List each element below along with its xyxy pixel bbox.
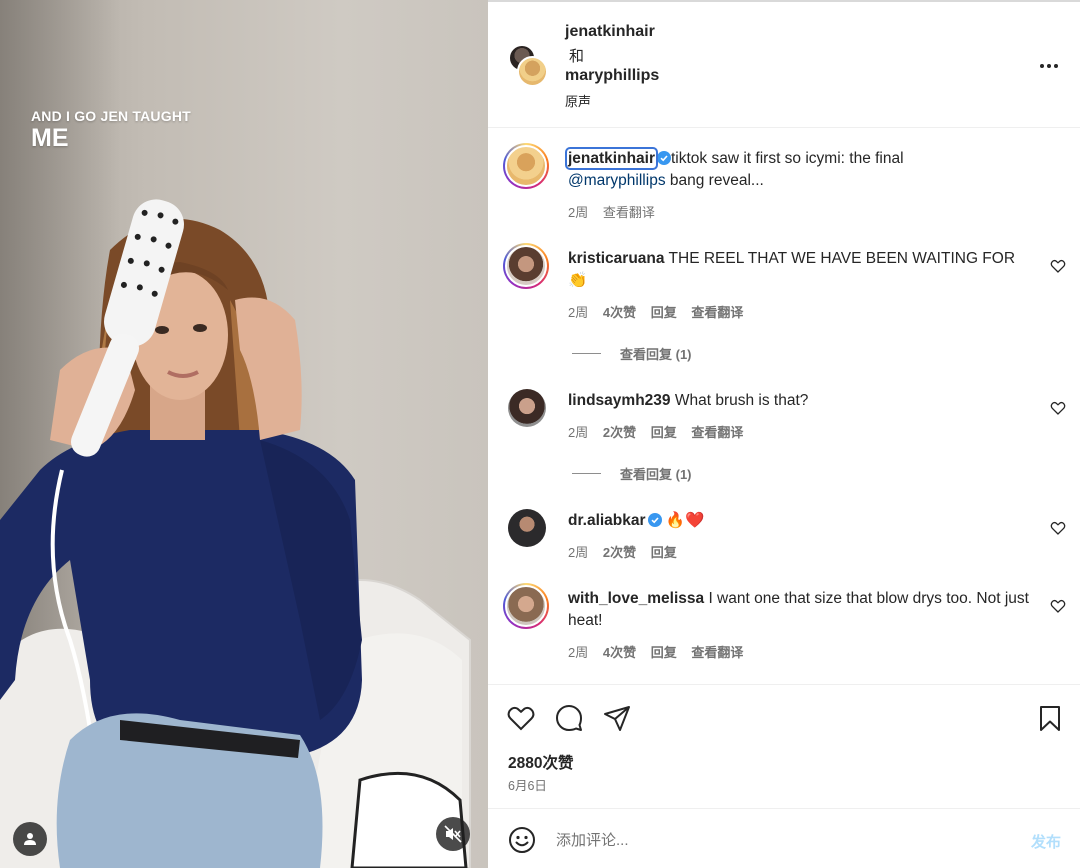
comment-meta: 2周 2次赞 回复 [568, 542, 688, 561]
avatar[interactable] [508, 389, 546, 427]
comment-text: lindsaymh239 What brush is that? [568, 390, 1038, 412]
comment-meta: 2周 4次赞 回复 查看翻译 [568, 642, 754, 661]
comments-list[interactable]: jenatkinhair tiktok saw it first so icymi… [488, 128, 1080, 684]
post-comment-button[interactable]: 发布 [1031, 831, 1061, 852]
comment-time: 2周 [568, 545, 589, 560]
view-replies-label: 查看回复 (1) [620, 467, 692, 482]
more-options-button[interactable] [1036, 56, 1062, 76]
collab-conjunction: 和 [569, 48, 585, 65]
caption-username[interactable]: jenatkinhair [565, 147, 658, 170]
comment-username[interactable]: with_love_melissa [568, 590, 704, 607]
comment-text: dr.aliabkar 🔥❤️ [568, 510, 1038, 532]
collaborator-username[interactable]: maryphillips [565, 67, 659, 85]
caption-body-end: bang reveal... [665, 172, 764, 189]
like-comment-heart-icon[interactable] [1050, 400, 1066, 416]
speaker-muted-icon [444, 825, 462, 843]
comment-username[interactable]: dr.aliabkar [568, 512, 646, 529]
reply-button[interactable]: 回复 [651, 545, 677, 560]
reply-button[interactable]: 回复 [651, 425, 677, 440]
view-replies-button[interactable]: 查看回复 (1) [572, 464, 692, 483]
avatar[interactable] [508, 509, 546, 547]
comment-time: 2周 [568, 425, 589, 440]
comment-likes[interactable]: 4次赞 [603, 645, 636, 660]
emoji-icon[interactable] [508, 826, 536, 854]
caption-time: 2周 [568, 205, 589, 220]
post-date: 6月6日 [508, 779, 547, 793]
comment-text: with_love_melissa I want one that size t… [568, 588, 1038, 632]
more-horizontal-icon [1040, 64, 1058, 68]
avatar[interactable] [503, 243, 549, 289]
caption-text: jenatkinhair tiktok saw it first so icymi… [565, 147, 1038, 192]
reel-video[interactable]: AND I GO JEN TAUGHT ME [0, 0, 488, 868]
caption-body: tiktok saw it first so icymi: the final [671, 150, 904, 167]
comment-time: 2周 [568, 645, 589, 660]
audio-label[interactable]: 原声 [565, 91, 591, 110]
see-translation-link[interactable]: 查看翻译 [603, 205, 655, 220]
comment-meta: 2周 4次赞 回复 查看翻译 [568, 302, 754, 321]
user-icon [24, 833, 36, 845]
comment-username[interactable]: kristicaruana [568, 250, 665, 267]
avatar [517, 56, 548, 87]
mute-button[interactable] [436, 817, 470, 851]
caption-meta: 2周 查看翻译 [568, 202, 666, 221]
avatar[interactable] [503, 583, 549, 629]
comment-body: What brush is that? [674, 392, 809, 409]
verified-badge-icon [647, 513, 662, 527]
comment-time: 2周 [568, 305, 589, 320]
bookmark-icon[interactable] [1035, 703, 1065, 733]
reply-button[interactable]: 回复 [651, 645, 677, 660]
video-caption-line1: AND I GO JEN TAUGHT [31, 108, 191, 124]
divider [572, 473, 601, 474]
comment-text: kristicaruana THE REEL THAT WE HAVE BEEN… [568, 248, 1038, 292]
see-translation-link[interactable]: 查看翻译 [691, 425, 743, 440]
comment-likes[interactable]: 2次赞 [603, 425, 636, 440]
likes-count[interactable]: 2880次赞 [508, 751, 573, 773]
comment-username[interactable]: lindsaymh239 [568, 392, 671, 409]
comment-meta: 2周 2次赞 回复 查看翻译 [568, 422, 754, 441]
comment-icon[interactable] [554, 703, 584, 733]
tagged-users-button[interactable] [13, 822, 47, 856]
video-caption-line2: ME [31, 124, 69, 152]
reply-button[interactable]: 回复 [651, 305, 677, 320]
post-panel: jenatkinhair 和 maryphillips 原声 jenatkinh… [488, 0, 1080, 868]
divider [572, 353, 601, 354]
like-comment-heart-icon[interactable] [1050, 520, 1066, 536]
post-header: jenatkinhair 和 maryphillips 原声 [488, 2, 1080, 128]
view-replies-label: 查看回复 (1) [620, 347, 692, 362]
video-frame-illustration [0, 199, 471, 868]
author-username[interactable]: jenatkinhair [565, 23, 655, 41]
add-comment-bar: 发布 [488, 808, 1080, 868]
view-replies-button[interactable]: 查看回复 (1) [572, 344, 692, 363]
share-icon[interactable] [602, 703, 632, 733]
comment-input[interactable] [556, 829, 996, 851]
heart-icon[interactable] [506, 703, 536, 733]
collab-avatars[interactable] [508, 44, 550, 88]
comment-likes[interactable]: 2次赞 [603, 545, 636, 560]
avatar[interactable] [503, 143, 549, 189]
like-comment-heart-icon[interactable] [1050, 258, 1066, 274]
verified-badge-icon [657, 151, 671, 165]
post-actions: 2880次赞 6月6日 [488, 684, 1080, 808]
see-translation-link[interactable]: 查看翻译 [691, 305, 743, 320]
see-translation-link[interactable]: 查看翻译 [691, 645, 743, 660]
caption-mention[interactable]: @maryphillips [568, 172, 666, 189]
comment-body: 🔥❤️ [665, 512, 705, 529]
comment-likes[interactable]: 4次赞 [603, 305, 636, 320]
like-comment-heart-icon[interactable] [1050, 598, 1066, 614]
